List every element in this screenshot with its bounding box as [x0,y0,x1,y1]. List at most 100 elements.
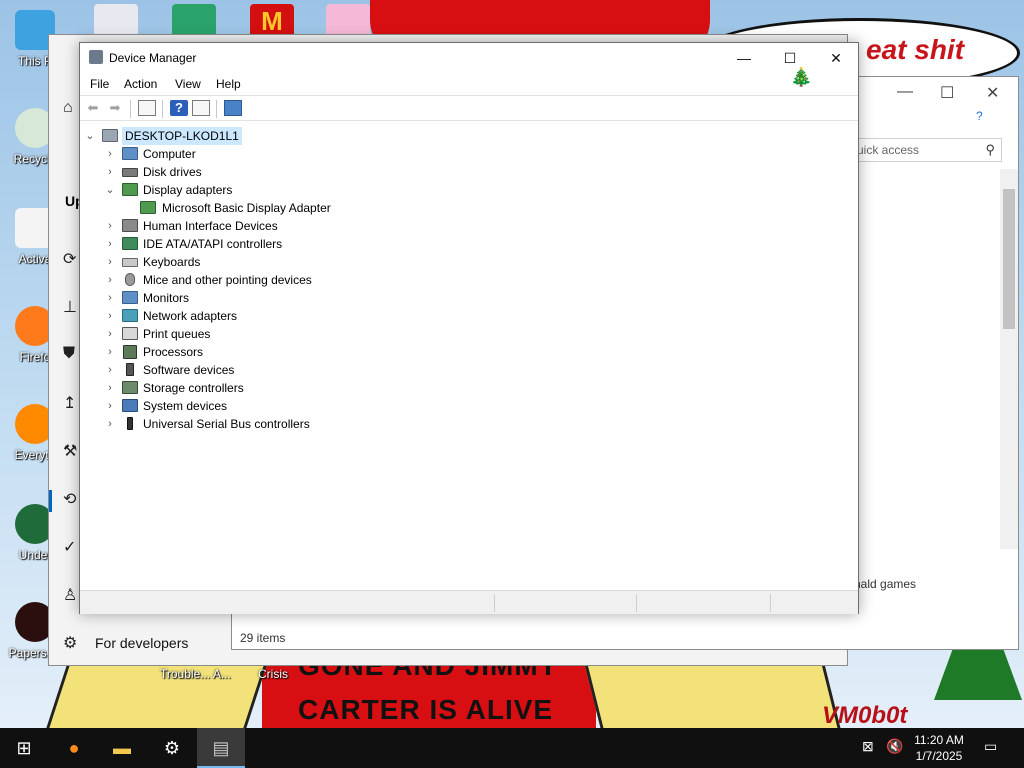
tree-item-label: Mice and other pointing devices [143,273,312,287]
scrollbar-thumb[interactable] [1003,189,1015,329]
processor-icon [123,345,137,359]
chevron-right-icon[interactable]: › [104,397,116,415]
toolbar: ⬅ ➡ ? [80,95,858,121]
menu-file[interactable]: File [88,77,111,91]
monitor-icon [122,291,138,304]
menu-action[interactable]: Action [122,77,159,91]
list-item[interactable]: nald games [854,577,916,591]
chevron-right-icon[interactable]: › [104,361,116,379]
chevron-right-icon[interactable]: › [104,235,116,253]
hid-icon [122,219,138,232]
minimize-button[interactable]: — [721,43,767,73]
desktop-icon-label: Activa [18,252,52,266]
title-bar[interactable]: Device Manager — ☐ ✕ 🎄 [80,43,859,87]
menu-view[interactable]: View [173,77,203,91]
tree-item-label: Print queues [143,327,211,341]
close-button[interactable]: ✕ [813,43,859,73]
tree-item-label: IDE ATA/ATAPI controllers [143,237,283,251]
close-icon[interactable]: ✕ [986,83,999,103]
taskbar: ⊞ ● ▬ ⚙ ▤ ⊠ 🔇 11:20 AM 1/7/2025 ▭ [0,728,1024,768]
backup-icon[interactable]: ⊥ [63,297,77,317]
chevron-right-icon[interactable]: › [104,325,116,343]
chevron-right-icon[interactable]: › [104,217,116,235]
tree-item-label: Computer [143,147,196,161]
usb-icon [127,417,133,430]
tree-root-label: DESKTOP-LKOD1L1 [122,127,242,145]
computer-icon [122,147,138,160]
tree-item-label: Human Interface Devices [143,219,278,233]
chevron-right-icon[interactable]: › [104,289,116,307]
chevron-right-icon[interactable]: › [104,271,116,289]
chevron-right-icon[interactable]: › [104,163,116,181]
tree-item-label: Disk drives [143,165,202,179]
upload-icon[interactable]: ↥ [63,393,76,413]
clock-time: 11:20 AM [914,733,964,747]
wrench-icon[interactable]: ⚒ [63,441,77,461]
taskbar-file-explorer[interactable]: ▬ [98,728,146,768]
desktop-icon-top-2[interactable] [172,4,216,38]
device-manager-window[interactable]: Device Manager — ☐ ✕ 🎄 File Action View … [79,42,859,614]
status-bar [80,590,858,614]
chevron-right-icon[interactable]: › [104,343,116,361]
printer-icon [122,327,138,340]
tree-item-label: Network adapters [143,309,238,323]
chevron-right-icon[interactable]: › [104,145,116,163]
tree-item-label: Monitors [143,291,190,305]
help-icon[interactable]: ? [170,100,188,116]
wallpaper-text-line2: CARTER IS ALIVE [298,694,554,725]
chevron-right-icon[interactable]: › [104,379,116,397]
gear-icon: ⚙ [163,738,181,758]
back-arrow-icon[interactable]: ⬅ [84,100,102,116]
forward-arrow-icon[interactable]: ➡ [106,100,124,116]
shield-icon[interactable]: ⛊ [63,345,75,363]
vertical-scrollbar[interactable] [1000,169,1018,549]
computer-icon [102,129,118,142]
display-adapter-icon [140,201,156,214]
tree-item-label: Storage controllers [143,381,244,395]
properties-icon[interactable] [138,100,156,116]
scan-hardware-icon[interactable] [224,100,242,116]
network-disconnected-icon[interactable]: ⊠ [862,738,874,755]
tree-item-label: Keyboards [143,255,201,269]
desktop-icon-top-4[interactable] [326,4,370,38]
search-placeholder: uick access [857,143,920,157]
desktop-icon-label: This P [17,54,52,68]
for-developers-link[interactable]: For developers [95,635,188,651]
system-device-icon [122,399,138,412]
notification-icon[interactable]: ▭ [984,738,997,755]
taskbar-settings[interactable]: ⚙ [148,728,196,768]
minimize-icon[interactable]: — [897,83,913,101]
sync-icon[interactable]: ⟳ [63,249,76,269]
tree-item-label: Microsoft Basic Display Adapter [162,201,331,215]
search-input[interactable]: uick access ⚲ [848,138,1002,162]
chevron-right-icon[interactable]: › [104,415,116,433]
developer-icon[interactable]: ⚙ [63,633,77,653]
chevron-down-icon[interactable]: ⌄ [104,181,116,199]
help-icon[interactable]: ? [976,109,983,123]
device-tree: ⌄ DESKTOP-LKOD1L1 › Computer › Disk driv… [80,125,858,589]
taskbar-device-manager[interactable]: ▤ [197,728,245,768]
person-icon[interactable]: ♙ [63,585,77,605]
desktop-label-crisis: Crisis [258,667,288,681]
maximize-icon[interactable]: ☐ [940,83,954,103]
software-device-icon [126,363,134,376]
taskbar-firefox[interactable]: ● [50,728,98,768]
check-circle-icon[interactable]: ✓ [63,537,76,557]
status-divider [636,594,637,612]
start-button[interactable]: ⊞ [0,728,48,768]
mcdonalds-icon[interactable]: M [250,4,294,38]
clock[interactable]: 11:20 AM 1/7/2025 [904,732,974,764]
desktop-label-trouble: Trouble... A... [160,667,231,681]
menu-help[interactable]: Help [214,77,243,91]
home-icon[interactable]: ⌂ [63,99,73,117]
desktop-icon-top-1[interactable] [94,4,138,38]
view-icon[interactable] [192,100,210,116]
chevron-right-icon[interactable]: › [104,253,116,271]
chevron-right-icon[interactable]: › [104,307,116,325]
chevron-down-icon[interactable]: ⌄ [84,127,96,145]
toolbar-divider [162,100,163,118]
selection-indicator [49,490,52,512]
folder-icon: ▬ [113,738,131,758]
volume-muted-icon[interactable]: 🔇 [886,738,903,755]
history-icon[interactable]: ⟲ [63,489,76,509]
